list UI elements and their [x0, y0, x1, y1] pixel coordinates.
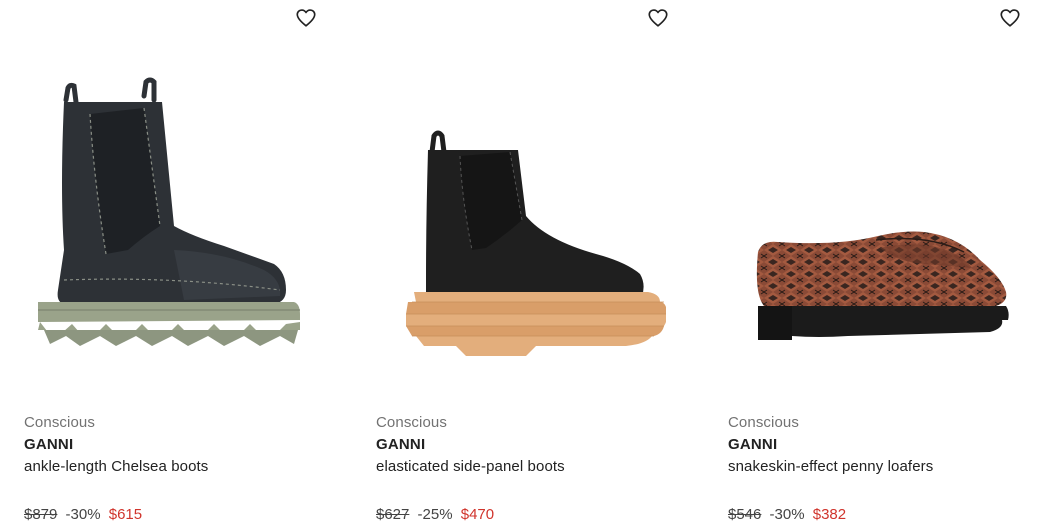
product-card[interactable]: Conscious GANNI ankle-length Chelsea boo… — [0, 0, 336, 530]
original-price: $546 — [728, 506, 762, 523]
chelsea-boot-tan-sole-icon — [406, 130, 666, 356]
original-price: $627 — [376, 506, 410, 523]
product-image[interactable] — [728, 40, 1018, 390]
sale-price: $382 — [812, 506, 847, 523]
price-row: $627 -25% $470 — [376, 506, 494, 523]
product-name[interactable]: snakeskin-effect penny loafers — [728, 458, 933, 475]
product-brand[interactable]: GANNI — [728, 436, 777, 453]
product-image[interactable] — [24, 40, 314, 390]
product-tag: Conscious — [728, 414, 799, 431]
product-grid: Conscious GANNI ankle-length Chelsea boo… — [0, 0, 1040, 530]
chelsea-boot-olive-sole-icon — [38, 77, 300, 346]
price-row: $546 -30% $382 — [728, 506, 846, 523]
product-name[interactable]: ankle-length Chelsea boots — [24, 458, 208, 475]
wishlist-heart-icon[interactable] — [999, 7, 1021, 29]
discount-badge: -30% — [65, 506, 101, 523]
product-card[interactable]: Conscious GANNI snakeskin-effect penny l… — [704, 0, 1040, 530]
product-tag: Conscious — [24, 414, 95, 431]
price-row: $879 -30% $615 — [24, 506, 142, 523]
wishlist-heart-icon[interactable] — [647, 7, 669, 29]
original-price: $879 — [24, 506, 58, 523]
discount-badge: -25% — [417, 506, 453, 523]
discount-badge: -30% — [769, 506, 805, 523]
snakeskin-loafer-icon — [756, 231, 1009, 340]
product-name[interactable]: elasticated side-panel boots — [376, 458, 565, 475]
product-tag: Conscious — [376, 414, 447, 431]
product-image[interactable] — [376, 40, 666, 390]
product-card[interactable]: Conscious GANNI elasticated side-panel b… — [352, 0, 688, 530]
product-brand[interactable]: GANNI — [376, 436, 425, 453]
sale-price: $470 — [460, 506, 495, 523]
sale-price: $615 — [108, 506, 143, 523]
product-brand[interactable]: GANNI — [24, 436, 73, 453]
wishlist-heart-icon[interactable] — [295, 7, 317, 29]
